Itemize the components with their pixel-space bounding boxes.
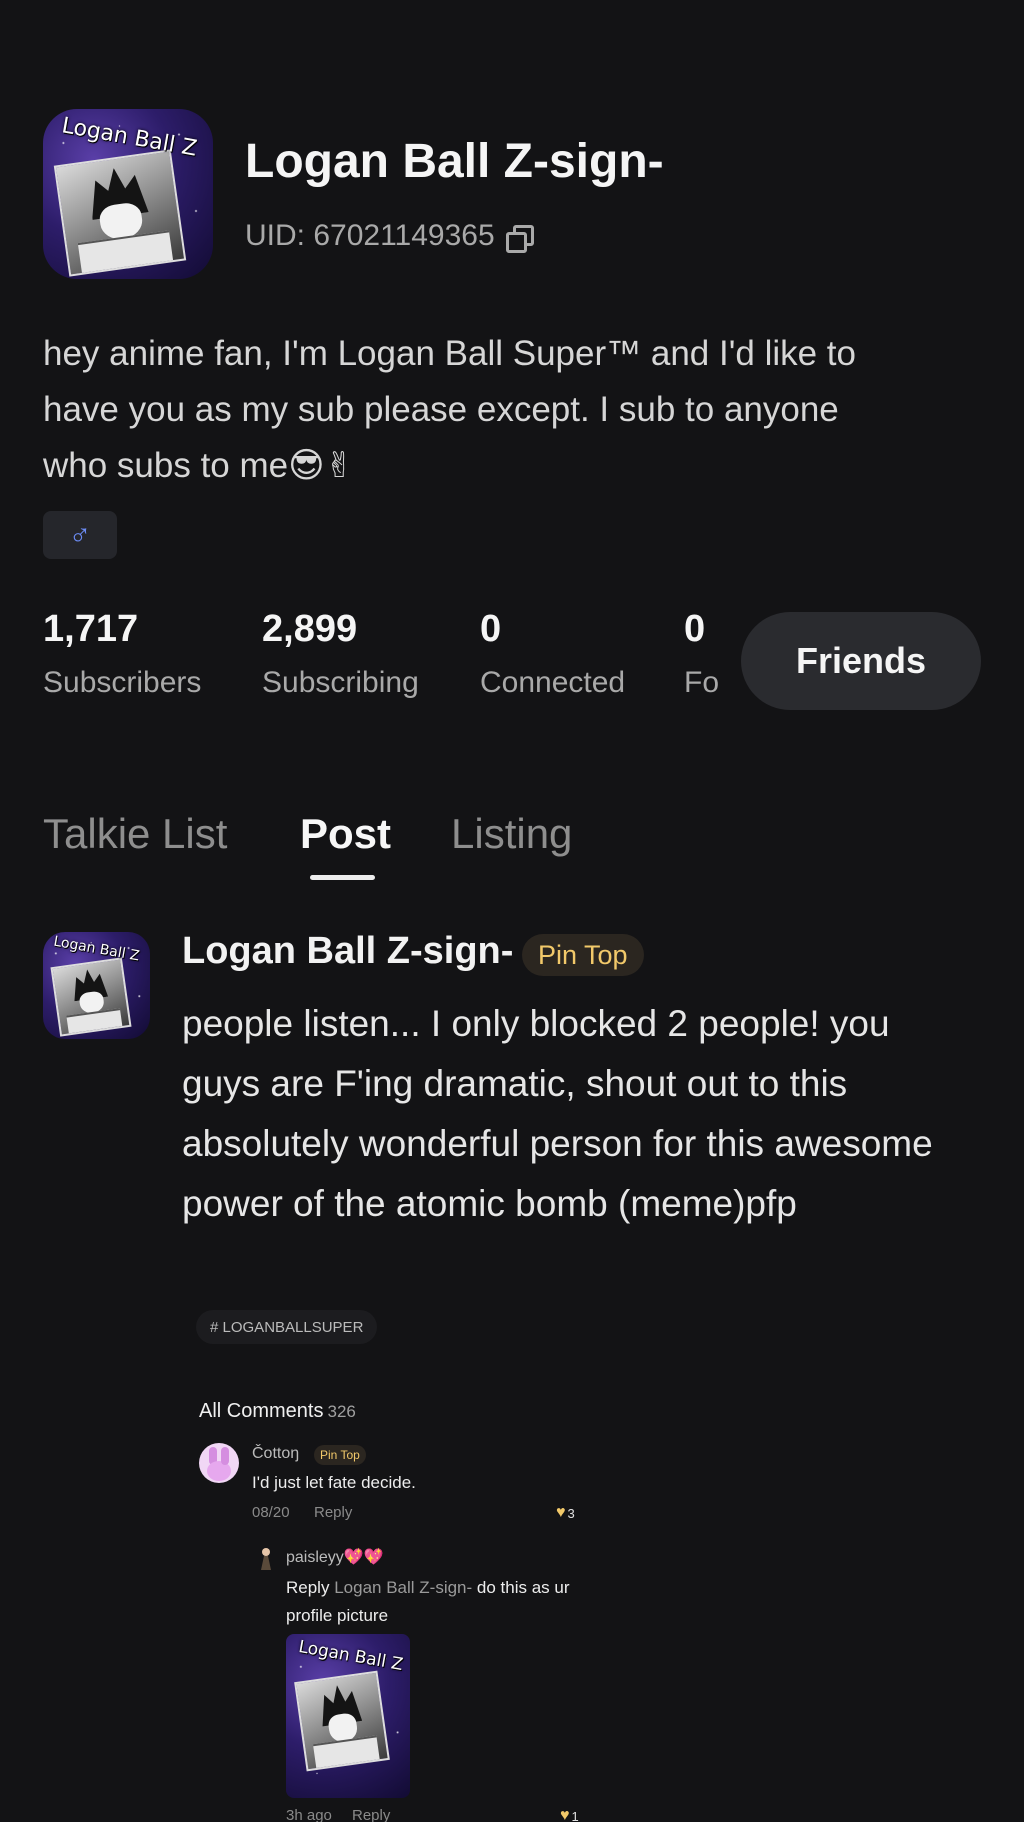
stat-value: 0 xyxy=(480,608,502,650)
comments-title: All Comments xyxy=(199,1400,324,1422)
stat-subscribers[interactable]: 1,717 Subscribers xyxy=(43,608,201,700)
profile-username: Logan Ball Z-sign- xyxy=(245,135,664,188)
reply-like-count: 1 xyxy=(571,1808,579,1822)
stat-label: Connected xyxy=(480,666,626,699)
hashtag-chip[interactable]: # LOGANBALLSUPER xyxy=(196,1310,378,1344)
commenter-avatar[interactable] xyxy=(199,1443,239,1483)
stat-label: Subscribing xyxy=(262,666,419,699)
stat-label: Fo xyxy=(684,666,720,699)
tab-talkie-list[interactable]: Talkie List xyxy=(43,810,227,858)
tab-listing[interactable]: Listing xyxy=(451,810,572,858)
stat-connected[interactable]: 0 Connected xyxy=(480,608,625,700)
comment-text: I'd just let fate decide. xyxy=(252,1473,416,1492)
comment-like-count: 3 xyxy=(567,1505,575,1521)
pin-top-badge: Pin Top xyxy=(522,934,644,976)
heart-icon: ♥ xyxy=(560,1807,570,1822)
reply-like-button[interactable]: ♥ 1 xyxy=(560,1807,579,1822)
post-author-avatar[interactable]: Logan Ball Z xyxy=(43,932,150,1039)
comment-pin-badge: Pin Top xyxy=(314,1445,366,1465)
male-icon: ♂ xyxy=(68,518,92,551)
friends-button[interactable]: Friends xyxy=(741,612,981,710)
commenter-name[interactable]: Čottoŋ xyxy=(252,1445,299,1463)
comments-header: All Comments 326 xyxy=(199,1400,356,1423)
tab-post[interactable]: Post xyxy=(300,810,391,858)
comment-like-button[interactable]: ♥ 3 xyxy=(556,1504,575,1522)
stat-followers[interactable]: 0 Fo xyxy=(684,608,719,700)
post-author-name[interactable]: Logan Ball Z-sign- xyxy=(182,930,513,973)
reply-attached-image[interactable]: Logan Ball Z xyxy=(286,1634,410,1798)
stat-value: 2,899 xyxy=(262,608,358,650)
profile-uid: UID: 67021149365 xyxy=(245,219,534,253)
profile-avatar[interactable]: Logan Ball Z xyxy=(43,109,213,279)
gender-badge: ♂ xyxy=(43,511,117,559)
active-tab-indicator xyxy=(310,875,375,880)
uid-text: UID: 67021149365 xyxy=(245,219,495,252)
stat-value: 1,717 xyxy=(43,608,139,650)
copy-icon[interactable] xyxy=(505,223,534,253)
reply-text: Reply Logan Ball Z-sign- do this as ur p… xyxy=(286,1574,606,1630)
stat-subscribing[interactable]: 2,899 Subscribing xyxy=(262,608,419,700)
reply-mention[interactable]: Logan Ball Z-sign- xyxy=(334,1578,472,1597)
replier-avatar[interactable] xyxy=(256,1548,276,1572)
stat-value: 0 xyxy=(684,608,706,650)
comments-count: 326 xyxy=(327,1402,356,1421)
reply-reply-button[interactable]: Reply xyxy=(352,1807,390,1822)
reply-prefix: Reply xyxy=(286,1578,330,1597)
profile-bio: hey anime fan, I'm Logan Ball Super™ and… xyxy=(43,334,856,485)
comment-date: 08/20 xyxy=(252,1504,290,1521)
reply-date: 3h ago xyxy=(286,1807,332,1822)
heart-icon: ♥ xyxy=(556,1504,566,1521)
replier-name[interactable]: paisleyy💖💖 xyxy=(286,1547,384,1567)
post-body[interactable]: people listen... I only blocked 2 people… xyxy=(182,994,962,1234)
comment-reply-button[interactable]: Reply xyxy=(314,1504,352,1521)
stat-label: Subscribers xyxy=(43,666,202,699)
